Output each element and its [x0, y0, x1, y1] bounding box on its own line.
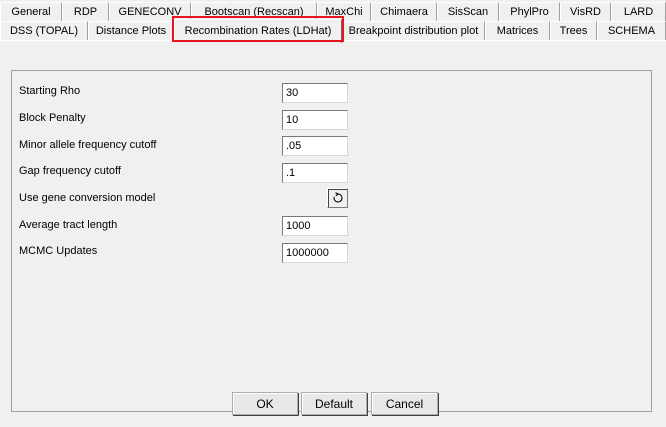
tab-distance-plots[interactable]: Distance Plots [88, 21, 174, 40]
tab-dss-topal[interactable]: DSS (TOPAL) [0, 21, 88, 40]
refresh-icon [332, 192, 343, 203]
tab-recombination-rates[interactable]: Recombination Rates (LDHat) [174, 19, 342, 43]
tab-chimaera[interactable]: Chimaera [371, 2, 437, 21]
tab-trees[interactable]: Trees [550, 21, 597, 40]
average-tract-length-input[interactable]: 1000 [282, 216, 348, 236]
tab-schema[interactable]: SCHEMA [597, 21, 666, 40]
ok-button[interactable]: OK [232, 392, 298, 415]
minor-allele-frequency-input[interactable]: .05 [282, 136, 348, 156]
gap-frequency-label: Gap frequency cutoff [19, 165, 121, 177]
tab-phylpro[interactable]: PhylPro [499, 2, 560, 21]
tab-rdp[interactable]: RDP [62, 2, 109, 21]
tab-general[interactable]: General [0, 2, 62, 21]
cancel-button[interactable]: Cancel [371, 392, 438, 415]
block-penalty-input[interactable]: 10 [282, 110, 348, 130]
mcmc-updates-input[interactable]: 1000000 [282, 243, 348, 263]
gap-frequency-input[interactable]: .1 [282, 163, 348, 183]
starting-rho-input[interactable]: 30 [282, 83, 348, 103]
gene-conversion-toggle-button[interactable] [327, 188, 348, 208]
block-penalty-label: Block Penalty [19, 112, 86, 124]
tab-lard[interactable]: LARD [611, 2, 666, 21]
tab-sisscan[interactable]: SisScan [437, 2, 499, 21]
average-tract-length-label: Average tract length [19, 219, 118, 231]
default-button[interactable]: Default [301, 392, 367, 415]
starting-rho-label: Starting Rho [19, 85, 81, 97]
mcmc-updates-label: MCMC Updates [19, 245, 98, 257]
tab-breakpoint-distribution[interactable]: Breakpoint distribution plot [342, 21, 485, 40]
tab-matrices[interactable]: Matrices [485, 21, 550, 40]
minor-allele-frequency-label: Minor allele frequency cutoff [19, 139, 157, 151]
tab-visrd[interactable]: VisRD [560, 2, 611, 21]
gene-conversion-label: Use gene conversion model [19, 192, 156, 204]
